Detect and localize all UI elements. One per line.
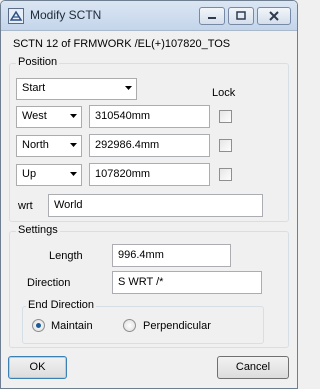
- lock-checkbox-3[interactable]: [219, 168, 232, 181]
- direction-select-3[interactable]: Up: [16, 164, 82, 186]
- perpendicular-radio[interactable]: [123, 319, 136, 332]
- window-title: Modify SCTN: [30, 8, 102, 22]
- close-icon: [269, 11, 279, 21]
- settings-group-label: Settings: [16, 224, 60, 236]
- minimize-button[interactable]: [199, 7, 225, 25]
- direction-select-2[interactable]: North: [16, 135, 82, 157]
- wrt-field[interactable]: World: [48, 194, 263, 217]
- point-select[interactable]: Start: [16, 78, 137, 100]
- length-field[interactable]: 996.4mm: [112, 244, 231, 267]
- title-bar[interactable]: Modify SCTN: [1, 1, 297, 31]
- close-button[interactable]: [257, 7, 291, 25]
- aveva-window-icon: [8, 8, 24, 24]
- maximize-icon: [236, 11, 246, 20]
- position-group-label: Position: [16, 56, 60, 68]
- modify-sctn-dialog: Modify SCTN SCTN 12 of FRMWORK /EL(+)107…: [0, 0, 298, 389]
- point-select-value: Start: [22, 82, 46, 94]
- direction-label: Direction: [27, 277, 71, 289]
- maintain-radio[interactable]: [32, 319, 45, 332]
- perpendicular-label: Perpendicular: [143, 320, 211, 332]
- length-label: Length: [49, 250, 83, 262]
- direction-select-1-value: West: [22, 110, 47, 122]
- end-direction-group-label: End Direction: [26, 299, 97, 311]
- chevron-down-icon: [70, 143, 77, 147]
- chevron-down-icon: [125, 86, 132, 90]
- lock-checkbox-2[interactable]: [219, 139, 232, 152]
- maintain-label: Maintain: [51, 320, 93, 332]
- direction-select-3-value: Up: [22, 168, 37, 180]
- direction-select-2-value: North: [22, 139, 49, 151]
- lock-checkbox-1[interactable]: [219, 110, 232, 123]
- direction-select-1[interactable]: West: [16, 106, 82, 128]
- ok-button[interactable]: OK: [8, 356, 67, 379]
- minimize-icon: [208, 17, 216, 19]
- chevron-down-icon: [70, 172, 77, 176]
- cancel-button[interactable]: Cancel: [217, 356, 289, 379]
- wrt-label: wrt: [18, 200, 33, 212]
- coordinate-field-1[interactable]: 310540mm: [89, 105, 210, 128]
- element-subtitle: SCTN 12 of FRMWORK /EL(+)107820_TOS: [13, 38, 231, 50]
- coordinate-field-2[interactable]: 292986.4mm: [89, 134, 210, 157]
- maximize-button[interactable]: [228, 7, 254, 25]
- coordinate-field-3[interactable]: 107820mm: [89, 163, 210, 186]
- direction-field[interactable]: S WRT /*: [112, 271, 262, 294]
- chevron-down-icon: [70, 114, 77, 118]
- lock-label: Lock: [212, 87, 236, 99]
